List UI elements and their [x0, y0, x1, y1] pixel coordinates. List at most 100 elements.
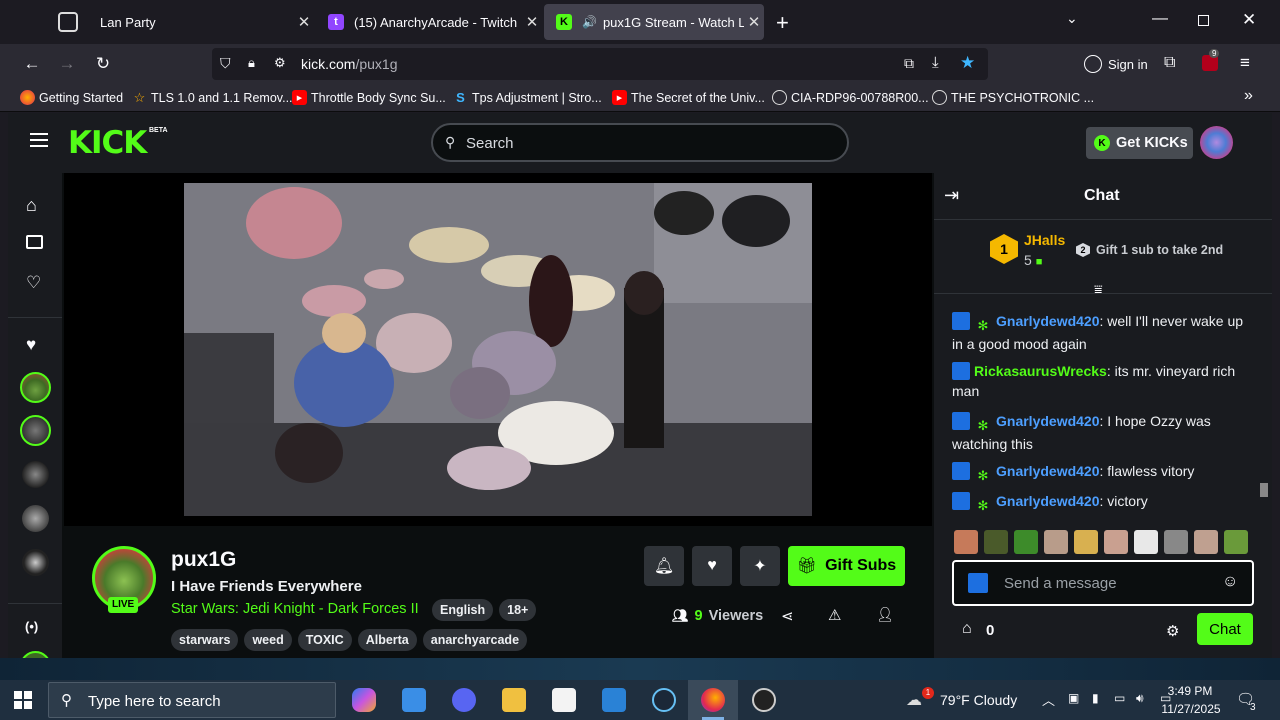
emote-icon[interactable]: [954, 530, 978, 554]
discord-icon[interactable]: [452, 688, 476, 712]
show-hidden-icons-chevron-icon[interactable]: ︿: [1042, 690, 1055, 709]
emote-icon[interactable]: [1044, 530, 1068, 554]
microsoft-store-icon[interactable]: [552, 688, 576, 712]
obs-icon[interactable]: [752, 688, 776, 712]
emote-icon[interactable]: [1074, 530, 1098, 554]
chat-username[interactable]: Gnarlydewd420: [996, 313, 1100, 329]
bookmark-item[interactable]: Getting Started: [20, 90, 123, 105]
steam-icon[interactable]: [652, 688, 676, 712]
browse-icon[interactable]: [26, 235, 43, 249]
network-icon[interactable]: ▭: [1114, 691, 1125, 705]
windows-start-icon[interactable]: [14, 691, 32, 709]
emote-icon[interactable]: [1194, 530, 1218, 554]
search-input[interactable]: ⚲ Search: [431, 123, 849, 162]
send-chat-button[interactable]: Chat: [1197, 613, 1253, 645]
notification-bell-button[interactable]: 🔔︎: [644, 546, 684, 586]
chat-username[interactable]: RickasaurusWrecks: [974, 363, 1107, 379]
clock-date[interactable]: 11/27/2025: [1160, 702, 1222, 716]
chat-username[interactable]: Gnarlydewd420: [996, 493, 1100, 509]
shield-icon[interactable]: ⛉: [220, 55, 231, 72]
bookmark-star-icon[interactable]: ★: [960, 53, 975, 73]
bookmark-item[interactable]: ☆ TLS 1.0 and 1.1 Remov...: [132, 90, 293, 105]
extensions-icon[interactable]: ⧉: [1164, 54, 1175, 72]
report-icon[interactable]: ⚠: [828, 606, 841, 624]
reload-icon[interactable]: ↻: [91, 52, 115, 76]
emote-icon[interactable]: [984, 530, 1008, 554]
followed-channel-avatar[interactable]: [22, 549, 49, 576]
bookmark-item[interactable]: ▶ The Secret of the Univ...: [612, 90, 765, 105]
stream-video-frame[interactable]: [184, 183, 812, 516]
follow-button[interactable]: ♥: [692, 546, 732, 586]
tab-kick[interactable]: K 🔊 pux1G Stream - Watch Live ✕: [544, 4, 764, 40]
stream-category-link[interactable]: Star Wars: Jedi Knight - Dark Forces II: [171, 601, 419, 617]
tag-pill[interactable]: TOXIC: [297, 629, 352, 651]
close-tab-icon[interactable]: ✕: [294, 13, 314, 31]
maximize-icon[interactable]: [1198, 15, 1209, 26]
share-icon[interactable]: ⋖: [781, 607, 794, 625]
followed-channel-avatar[interactable]: [20, 415, 51, 446]
weather-cloud-icon[interactable]: ☁: [906, 690, 922, 710]
menu-icon[interactable]: ≡: [1240, 53, 1250, 73]
emote-icon[interactable]: [1104, 530, 1128, 554]
collapse-chat-icon[interactable]: ⇥: [944, 185, 959, 206]
forward-icon[interactable]: →: [55, 52, 79, 76]
save-to-pocket-icon[interactable]: ⤓: [932, 54, 939, 71]
emote-icon[interactable]: [1014, 530, 1038, 554]
permissions-icon[interactable]: ⚙: [274, 55, 286, 71]
home-icon[interactable]: ⌂: [26, 195, 37, 216]
chat-username[interactable]: Gnarlydewd420: [996, 413, 1100, 429]
live-channels-icon[interactable]: (•): [25, 619, 38, 634]
emote-icon[interactable]: [1134, 530, 1158, 554]
tag-pill[interactable]: anarchyarcade: [422, 629, 528, 651]
file-transfer-icon[interactable]: [402, 688, 426, 712]
followed-channel-avatar[interactable]: [20, 372, 51, 403]
url-bar[interactable]: ⛉ 🔒︎ ⚙ kick.com/pux1g ⧉ ⤓ ★: [212, 48, 988, 80]
speaker-icon[interactable]: 🔊: [582, 15, 597, 29]
weather-widget[interactable]: 79°F Cloudy: [940, 692, 1017, 708]
mail-icon[interactable]: [602, 688, 626, 712]
tag-pill[interactable]: weed: [244, 629, 292, 651]
kick-logo[interactable]: KICK: [68, 125, 147, 161]
sign-in-button[interactable]: Sign in: [1076, 48, 1156, 80]
tag-pill[interactable]: starwars: [171, 629, 239, 651]
close-tab-icon[interactable]: ✕: [522, 13, 542, 31]
chat-scrollbar[interactable]: [1260, 301, 1268, 511]
taskbar-search-input[interactable]: ⚲ Type here to search: [48, 682, 336, 718]
following-icon[interactable]: ♡: [26, 273, 41, 293]
firefox-taskbar-button[interactable]: [688, 680, 738, 720]
lock-icon[interactable]: 🔒︎: [248, 55, 255, 71]
scroll-thumb[interactable]: [1260, 483, 1268, 497]
video-player[interactable]: [64, 173, 932, 526]
close-tab-icon[interactable]: ✕: [744, 13, 764, 31]
tab-list-chevron-icon[interactable]: ⌄: [1066, 10, 1078, 27]
tab-lan-party[interactable]: Lan Party ✕: [88, 4, 314, 40]
tag-pill[interactable]: Alberta: [357, 629, 417, 651]
bookmark-item[interactable]: ▶ Throttle Body Sync Su...: [292, 90, 446, 105]
bookmark-item[interactable]: THE PSYCHOTRONIC ...: [932, 90, 1094, 105]
bookmark-item[interactable]: CIA-RDP96-00788R00...: [772, 90, 929, 105]
emoji-icon[interactable]: ☺: [1222, 573, 1238, 591]
followed-channel-avatar[interactable]: [20, 651, 51, 658]
chat-username[interactable]: Gnarlydewd420: [996, 463, 1100, 479]
get-kicks-button[interactable]: K Get KICKs: [1086, 127, 1193, 159]
close-window-icon[interactable]: ✕: [1242, 10, 1256, 30]
user-avatar[interactable]: [1200, 126, 1233, 159]
back-icon[interactable]: ←: [20, 52, 44, 76]
volume-icon[interactable]: 🔊︎: [1136, 691, 1144, 706]
channel-name[interactable]: pux1G: [171, 548, 236, 572]
tab-twitch[interactable]: t (15) AnarchyArcade - Twitch ✕: [316, 4, 542, 40]
gift-subs-button[interactable]: 🎁︎ Gift Subs: [788, 546, 905, 586]
url-text[interactable]: kick.com/pux1g: [301, 56, 398, 72]
language-tag[interactable]: English: [432, 599, 494, 621]
add-user-icon[interactable]: 👤︎: [876, 606, 894, 623]
settings-gear-icon[interactable]: ⚙: [1166, 622, 1179, 640]
followed-channel-avatar[interactable]: [22, 461, 49, 488]
file-explorer-icon[interactable]: [502, 688, 526, 712]
more-bookmarks-icon[interactable]: »: [1244, 87, 1253, 105]
clock-time[interactable]: 3:49 PM: [1162, 684, 1218, 698]
chat-input[interactable]: Send a message ☺: [952, 560, 1254, 606]
hamburger-menu-icon[interactable]: [30, 133, 48, 147]
followed-channel-avatar[interactable]: [22, 505, 49, 532]
bookmark-item[interactable]: S Tps Adjustment | Stro...: [453, 90, 602, 105]
new-tab-icon[interactable]: +: [776, 10, 789, 36]
